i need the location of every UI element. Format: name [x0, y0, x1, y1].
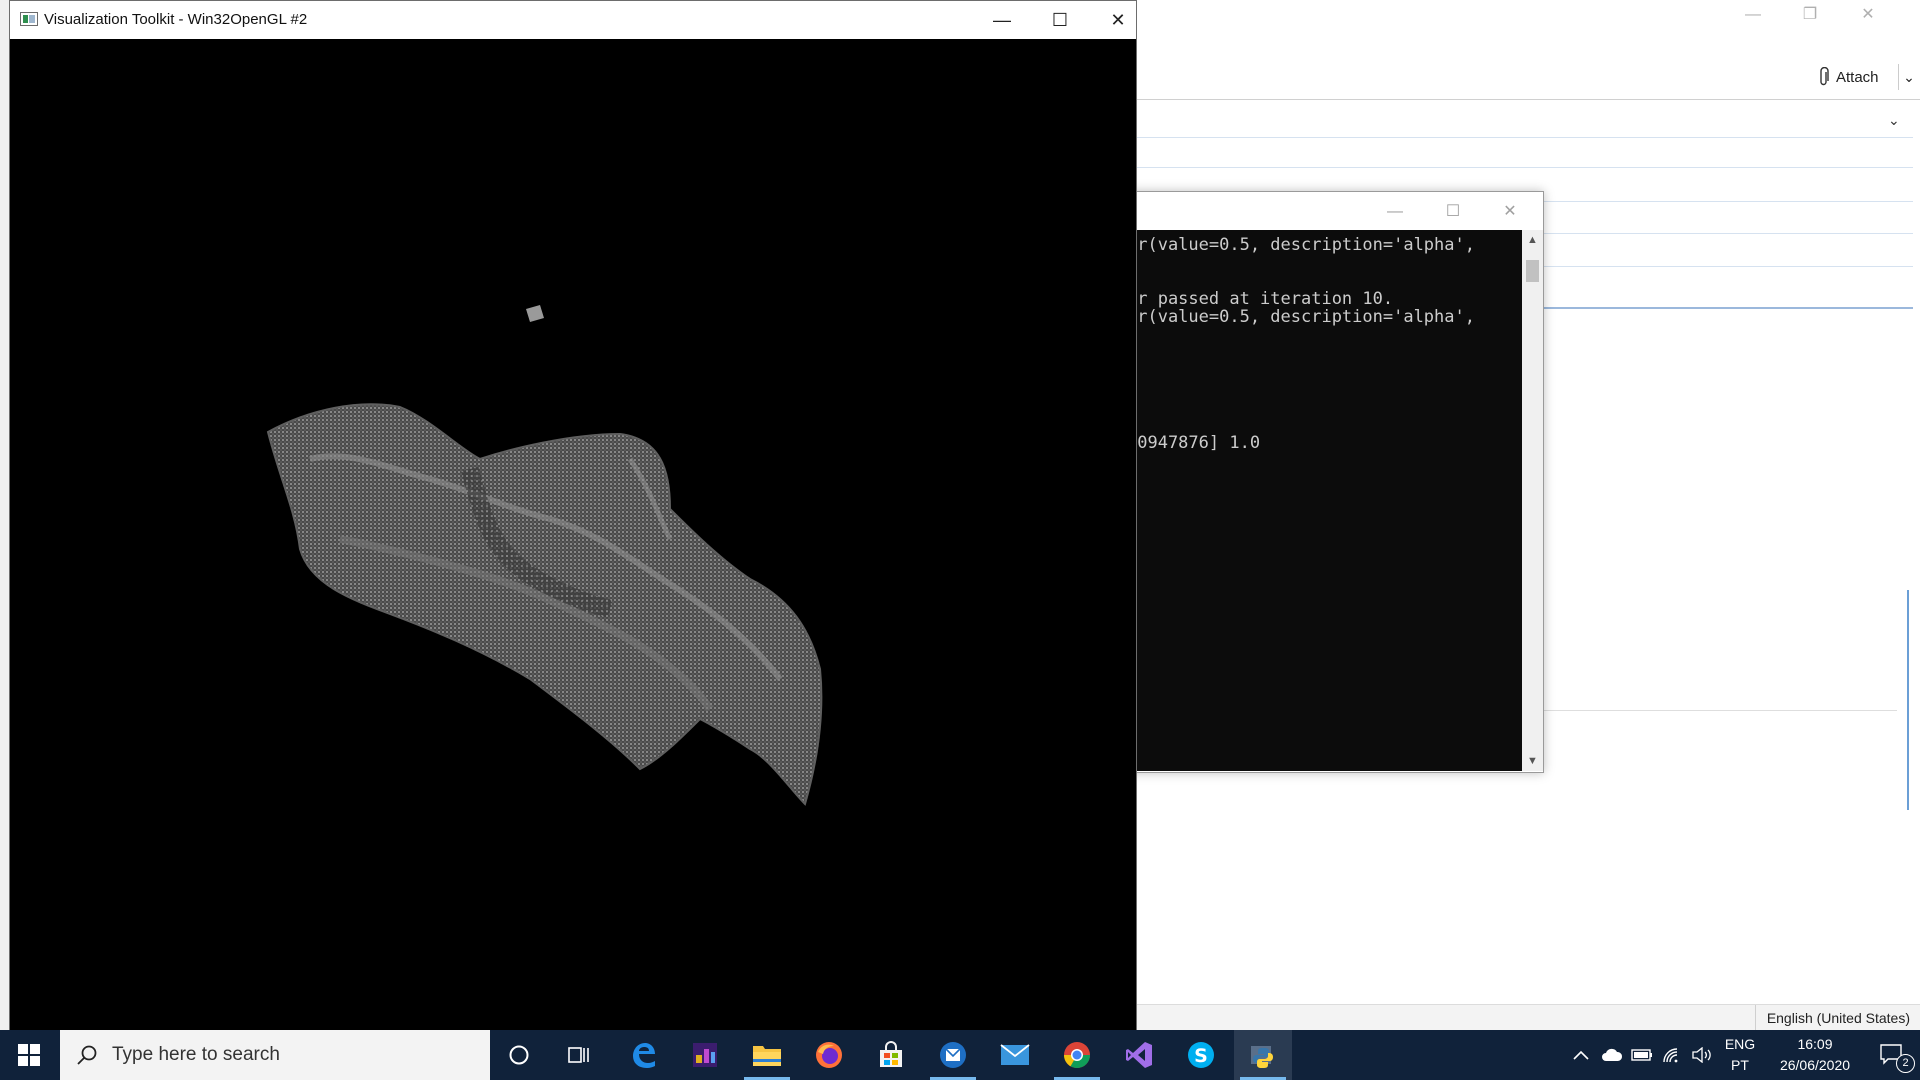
paperclip-icon: [1820, 67, 1829, 86]
chevron-down-icon[interactable]: ⌄: [1888, 112, 1900, 129]
console-window: — ☐ ✕ er(value=0.5, description='alpha',…: [1126, 191, 1544, 773]
cortana-icon: [509, 1045, 529, 1065]
cloud-icon: [1602, 1048, 1623, 1061]
console-titlebar[interactable]: — ☐ ✕: [1127, 192, 1543, 230]
notification-badge: 2: [1896, 1054, 1915, 1073]
outlook-window-controls: — ❐ ✕: [1720, 0, 1920, 30]
chevron-down-icon[interactable]: ⌄: [1898, 64, 1919, 90]
speaker-icon: [1692, 1047, 1711, 1063]
search-placeholder: Type here to search: [112, 1044, 280, 1065]
close-icon[interactable]: ✕: [1093, 7, 1143, 33]
from-field-line: [1136, 137, 1913, 138]
close-icon[interactable]: ✕: [1848, 4, 1888, 26]
status-divider: [1755, 1005, 1756, 1031]
clock[interactable]: 16:09 26/06/2020: [1768, 1030, 1862, 1080]
onedrive-tray[interactable]: [1598, 1030, 1626, 1080]
taskbar-search-box[interactable]: Type here to search: [60, 1030, 490, 1080]
image-app-button[interactable]: [676, 1030, 734, 1080]
console-line: er(value=0.5, description='alpha',: [1127, 235, 1475, 255]
close-icon[interactable]: ✕: [1490, 200, 1530, 224]
file-explorer-icon: [753, 1046, 781, 1066]
attach-button[interactable]: Attach: [1818, 64, 1879, 90]
chevron-up-icon: [1573, 1050, 1589, 1060]
body-separator: [1542, 710, 1897, 711]
language-top: ENG: [1724, 1036, 1756, 1052]
visual-studio-button[interactable]: [1110, 1030, 1168, 1080]
minimize-icon[interactable]: —: [1375, 200, 1415, 224]
language-indicator[interactable]: ENG PT: [1716, 1030, 1764, 1080]
store-icon: [880, 1041, 902, 1067]
restore-icon[interactable]: ❐: [1790, 4, 1830, 26]
status-language[interactable]: English (United States): [1767, 1010, 1910, 1026]
search-icon: [77, 1045, 97, 1065]
battery-tray[interactable]: [1628, 1030, 1656, 1080]
skype-icon: S: [1188, 1042, 1214, 1068]
mail-button[interactable]: [986, 1030, 1044, 1080]
mail-icon: [1000, 1044, 1030, 1065]
clock-date: 26/06/2020: [1779, 1057, 1851, 1073]
language-bottom: PT: [1731, 1057, 1749, 1073]
scroll-thumb[interactable]: [1526, 260, 1539, 282]
edge-icon: [633, 1043, 655, 1068]
outlook-button[interactable]: [924, 1030, 982, 1080]
outlook-status-bar: English (United States): [1136, 1004, 1920, 1031]
vtk-window-title: Visualization Toolkit - Win32OpenGL #2: [44, 11, 308, 28]
task-view-button[interactable]: [550, 1030, 608, 1080]
scroll-up-icon[interactable]: ▲: [1522, 230, 1543, 250]
attach-label: Attach: [1836, 68, 1879, 86]
minimize-icon[interactable]: —: [977, 7, 1027, 33]
windows-logo-icon: [18, 1044, 40, 1066]
console-scrollbar[interactable]: ▲ ▼: [1522, 230, 1543, 771]
surface-mesh: [266, 403, 823, 806]
console-line: er passed at iteration 10.: [1127, 289, 1394, 309]
chrome-button[interactable]: [1048, 1030, 1106, 1080]
console-line: er(value=0.5, description='alpha',: [1127, 307, 1475, 327]
wifi-icon: [1663, 1048, 1678, 1063]
svg-text:S: S: [1194, 1045, 1208, 1067]
console-output[interactable]: er(value=0.5, description='alpha', er pa…: [1127, 230, 1522, 771]
volume-tray[interactable]: [1688, 1030, 1716, 1080]
edge-button[interactable]: [614, 1030, 672, 1080]
network-tray[interactable]: [1658, 1030, 1686, 1080]
vtk-3d-viewport[interactable]: [10, 39, 1136, 1031]
store-button[interactable]: [862, 1030, 920, 1080]
outlook-icon: [940, 1042, 966, 1068]
ribbon-divider: [1136, 99, 1920, 100]
visual-studio-icon: [1126, 1042, 1152, 1068]
maximize-icon[interactable]: ☐: [1433, 200, 1473, 224]
action-center-button[interactable]: 2: [1868, 1030, 1918, 1080]
start-button[interactable]: [0, 1030, 58, 1080]
task-view-icon: [568, 1047, 589, 1063]
small-cube: [526, 305, 544, 322]
point-cloud-surface: [266, 305, 823, 806]
python-button[interactable]: [1234, 1030, 1292, 1080]
vtk-app-icon: [20, 12, 38, 26]
vtk-render-window: Visualization Toolkit - Win32OpenGL #2 —…: [9, 0, 1137, 1032]
skype-button[interactable]: S: [1172, 1030, 1230, 1080]
minimize-icon[interactable]: —: [1733, 4, 1773, 26]
firefox-icon: [816, 1042, 842, 1068]
image-app-icon: [693, 1043, 717, 1067]
cortana-button[interactable]: [490, 1030, 548, 1080]
console-line: 30947876] 1.0: [1127, 433, 1261, 453]
taskbar: Type here to search S ENG PT 16:09 26/06…: [0, 1030, 1920, 1080]
file-explorer-button[interactable]: [738, 1030, 796, 1080]
maximize-icon[interactable]: ☐: [1035, 7, 1085, 33]
show-hidden-icons-button[interactable]: [1568, 1030, 1594, 1080]
chrome-icon: [1063, 1042, 1091, 1069]
python-icon: [1251, 1046, 1273, 1068]
to-field-line: [1136, 167, 1913, 168]
clock-time: 16:09: [1797, 1036, 1833, 1052]
scroll-indicator: [1907, 590, 1909, 810]
battery-icon: [1631, 1049, 1652, 1061]
vtk-titlebar[interactable]: Visualization Toolkit - Win32OpenGL #2 —…: [10, 1, 1136, 39]
scroll-down-icon[interactable]: ▼: [1522, 751, 1543, 771]
firefox-button[interactable]: [800, 1030, 858, 1080]
